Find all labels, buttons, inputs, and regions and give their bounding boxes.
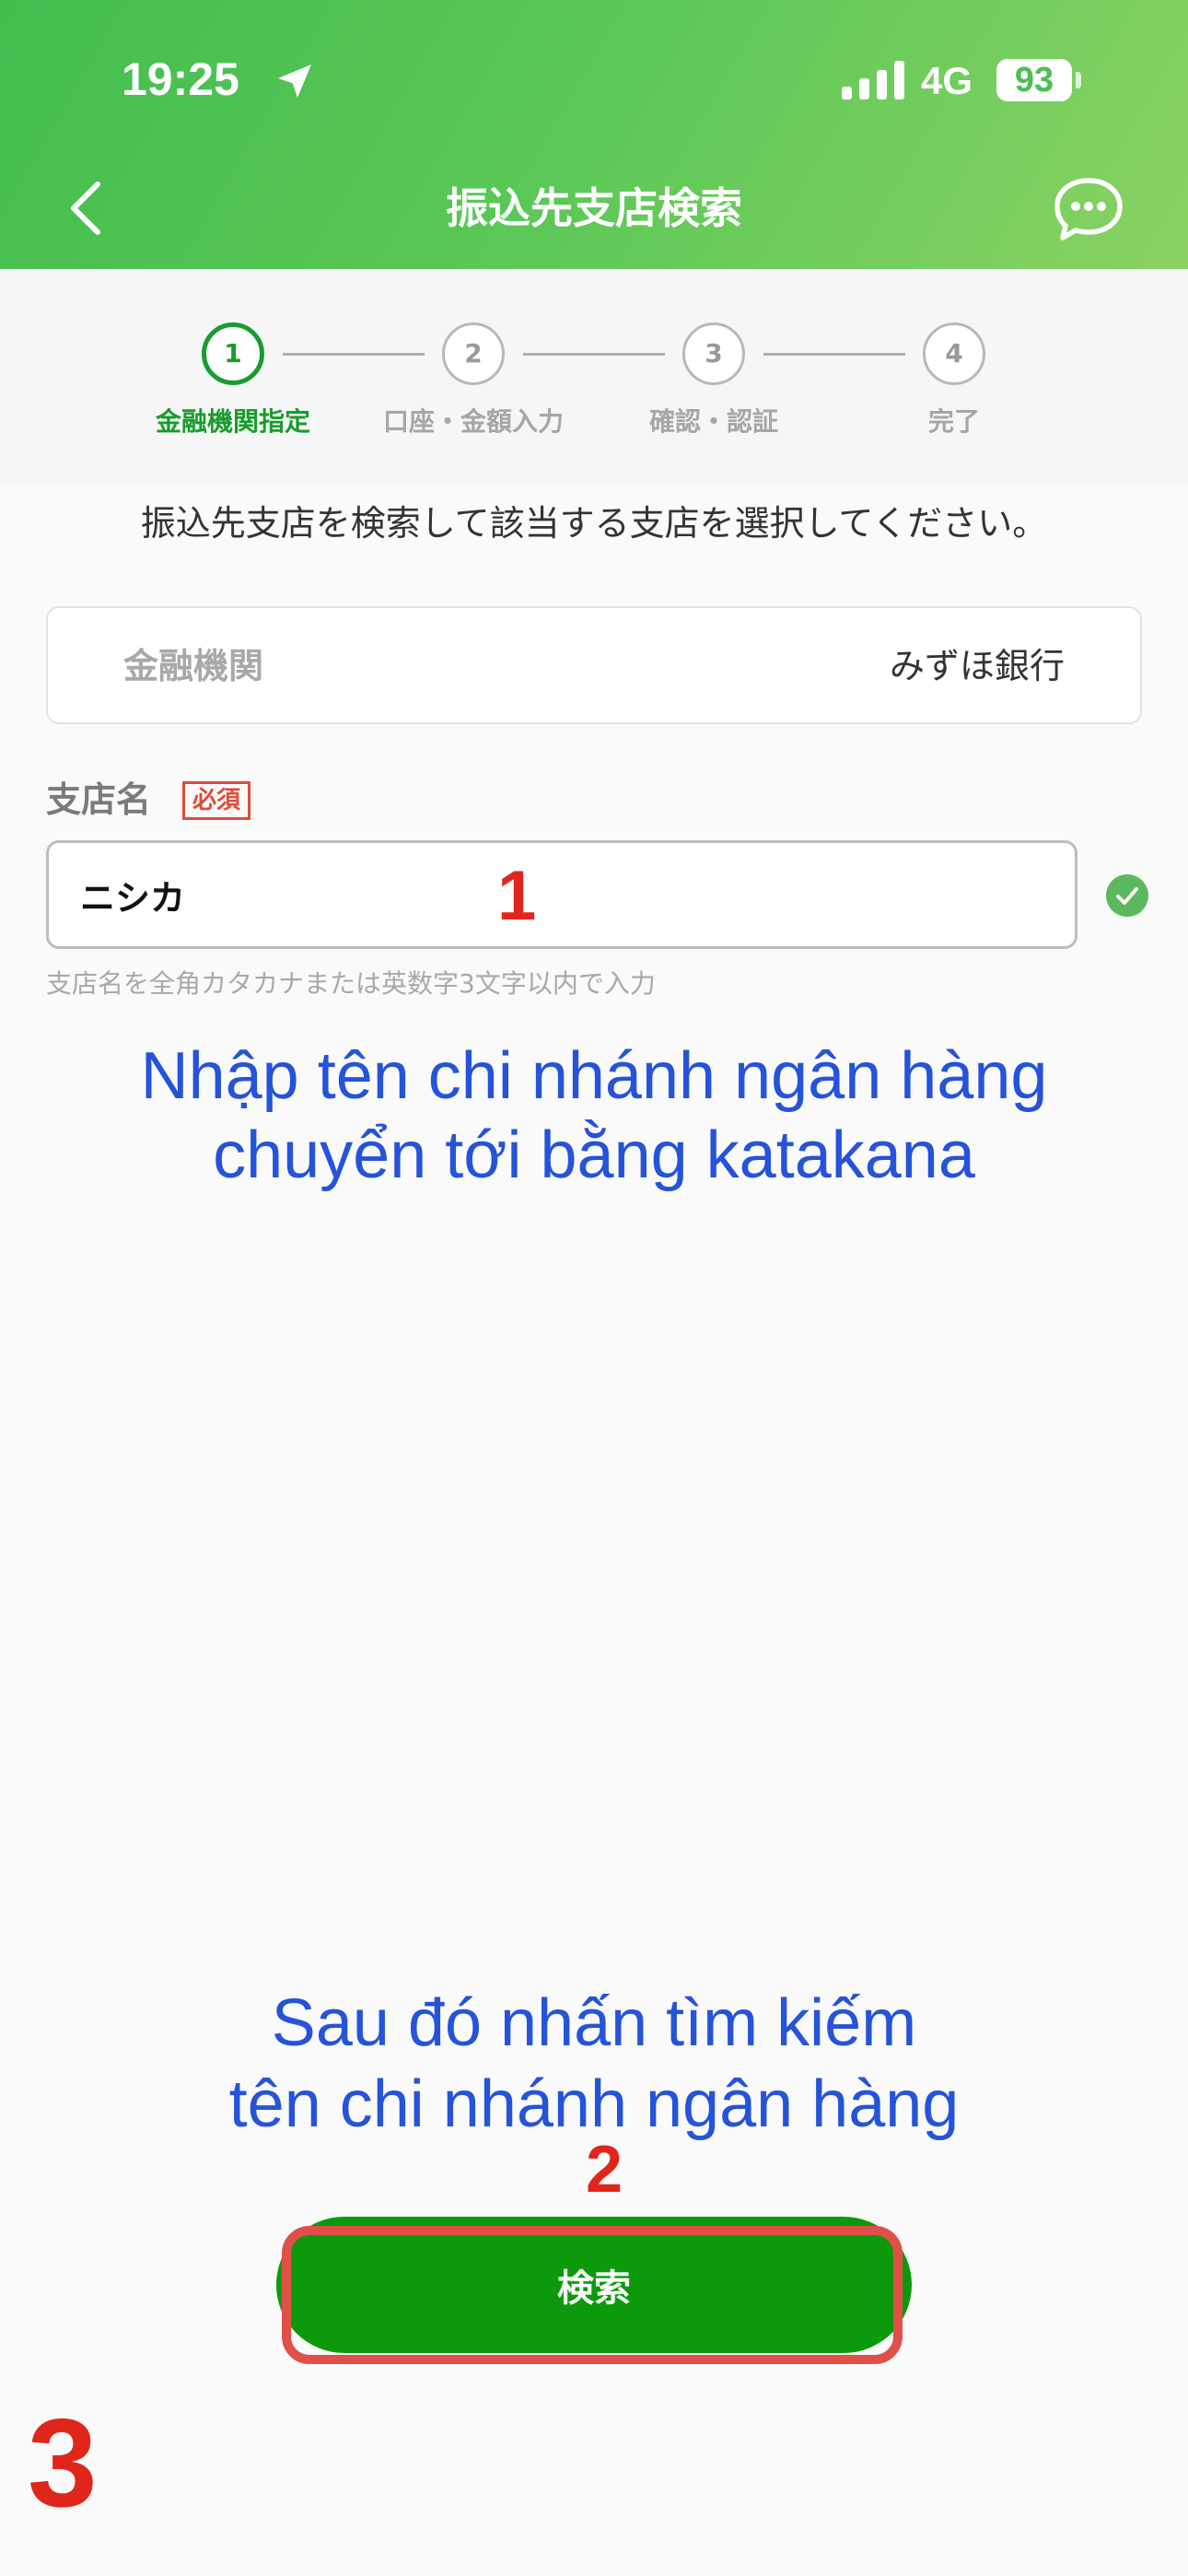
step-3-circle: 3: [682, 322, 745, 385]
step-1-label: 金融機関指定: [155, 406, 310, 437]
branch-name-label: 支店名: [46, 779, 152, 820]
network-type: 4G: [921, 59, 973, 102]
page-title: 振込先支店検索: [446, 183, 742, 233]
progress-stepper: 1 2 3 4 金融機関指定 口座・金額入力 確認・認証 完了: [0, 269, 1188, 486]
check-circle-icon: [1106, 874, 1148, 917]
step-1-circle: 1: [202, 322, 264, 385]
branch-name-input[interactable]: [46, 840, 1077, 949]
step-3-label: 確認・認証: [648, 406, 778, 437]
chat-bubble-icon[interactable]: [1052, 175, 1125, 243]
annotation-number-1: 1: [497, 857, 537, 935]
required-badge: 必須: [182, 781, 251, 820]
annotation-number-3: 3: [28, 2393, 98, 2533]
annotation-number-2: 2: [586, 2133, 623, 2207]
step-connector: [763, 353, 905, 356]
step-connector: [283, 353, 425, 356]
location-arrow-icon: [278, 64, 311, 98]
status-time: 19:25: [122, 53, 239, 105]
step-4-label: 完了: [927, 406, 980, 437]
chevron-left-icon[interactable]: [57, 175, 123, 241]
bank-value: みずほ銀行: [889, 646, 1065, 686]
annotation-note-1-line-2: chuyển tới bằng katakana: [213, 1118, 975, 1192]
bank-info-card: 金融機関 みずほ銀行: [46, 606, 1142, 724]
signal-bars-icon: [842, 61, 904, 100]
step-4-circle: 4: [923, 322, 985, 385]
branch-input-hint: 支店名を全角カタカナまたは英数字3文字以内で入力: [46, 968, 656, 999]
instruction-text: 振込先支店を検索して該当する支店を選択してください。: [140, 503, 1048, 544]
bank-label: 金融機関: [123, 646, 264, 686]
app-header: 19:25 4G 93 振込先支店検索: [0, 0, 1188, 269]
step-connector: [523, 353, 665, 356]
search-button[interactable]: 検索: [276, 2217, 912, 2353]
annotation-note-1-line-1: Nhập tên chi nhánh ngân hàng: [140, 1039, 1048, 1113]
annotation-note-2-line-1: Sau đó nhấn tìm kiếm: [271, 1986, 917, 2060]
battery-tip: [1076, 72, 1081, 88]
step-2-circle: 2: [442, 322, 505, 385]
step-2-label: 口座・金額入力: [382, 406, 564, 437]
battery-icon: 93: [996, 59, 1072, 101]
battery-level: 93: [1014, 61, 1054, 100]
